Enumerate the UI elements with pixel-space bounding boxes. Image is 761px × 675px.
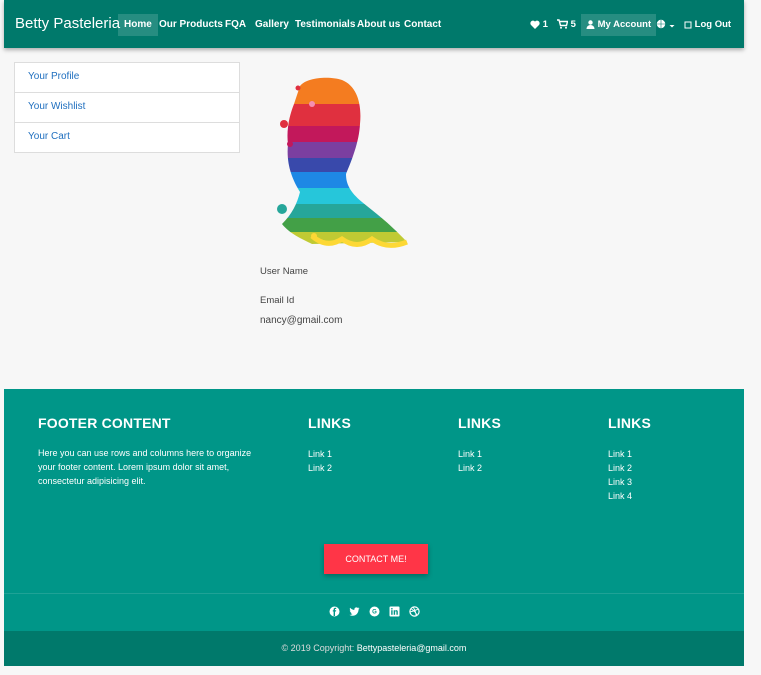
dribbble-icon[interactable] [409, 606, 420, 617]
user-icon [586, 20, 595, 29]
brand-logo[interactable]: Betty Pasteleria [15, 15, 120, 32]
copyright-text: © 2019 Copyright: [281, 643, 355, 653]
profile-sidebar: Your Profile Your Wishlist Your Cart [14, 62, 240, 153]
twitter-icon[interactable] [349, 606, 360, 617]
logout-label: Log Out [694, 19, 732, 30]
my-account-button[interactable]: My Account [581, 14, 657, 36]
copyright-bar: © 2019 Copyright: Bettypasteleria@gmail.… [4, 631, 744, 666]
nav-fqa[interactable]: FQA [219, 14, 252, 36]
facebook-icon[interactable] [329, 606, 340, 617]
footer-link[interactable]: Link 4 [608, 489, 632, 503]
svg-text:G: G [372, 610, 377, 616]
globe-icon [656, 19, 666, 29]
footer-links-column: Link 1 Link 2 [308, 447, 332, 475]
footer-link[interactable]: Link 2 [458, 461, 482, 475]
wishlist-count: 1 [542, 19, 548, 30]
footer-content-text: Here you can use rows and columns here t… [38, 448, 252, 486]
sidebar-item-profile[interactable]: Your Profile [15, 63, 239, 93]
footer-link[interactable]: Link 1 [308, 447, 332, 461]
logout-link[interactable]: Log Out [684, 14, 731, 36]
footer-links-column: Link 1 Link 2 Link 3 Link 4 [608, 447, 632, 503]
footer-link[interactable]: Link 1 [608, 447, 632, 461]
nav-home[interactable]: Home [118, 14, 158, 36]
navbar: Betty Pasteleria Home Our Products FQA G… [4, 0, 744, 48]
footer-link[interactable]: Link 1 [458, 447, 482, 461]
heart-icon [530, 20, 540, 29]
wishlist-link[interactable]: 1 [530, 14, 548, 36]
my-account-label: My Account [597, 19, 652, 30]
cart-link[interactable]: 5 [557, 14, 576, 36]
footer-links-title: LINKS [458, 415, 501, 431]
email-value: nancy@gmail.com [260, 315, 343, 326]
email-label: Email Id [260, 295, 295, 306]
footer-links-title: LINKS [308, 415, 351, 431]
footer-link[interactable]: Link 2 [608, 461, 632, 475]
linkedin-icon[interactable] [389, 606, 400, 617]
footer-links-column: Link 1 Link 2 [458, 447, 482, 475]
cart-count: 5 [570, 19, 576, 30]
language-dropdown[interactable] [656, 14, 675, 36]
sidebar-item-wishlist[interactable]: Your Wishlist [15, 93, 239, 123]
chevron-down-icon [669, 25, 675, 28]
logout-icon [684, 21, 692, 29]
username-label: User Name [260, 266, 309, 277]
footer-content-title: FOOTER CONTENT [38, 415, 171, 431]
nav-contact[interactable]: Contact [398, 14, 447, 36]
footer-link[interactable]: Link 3 [608, 475, 632, 489]
nav-products[interactable]: Our Products [153, 14, 229, 36]
cart-icon [557, 19, 569, 29]
footer-divider [4, 593, 744, 594]
copyright-email-link[interactable]: Bettypasteleria@gmail.com [357, 643, 467, 653]
page: Betty Pasteleria Home Our Products FQA G… [0, 0, 761, 675]
google-plus-icon[interactable]: G [369, 606, 380, 617]
footer: FOOTER CONTENT Here you can use rows and… [4, 389, 744, 666]
sidebar-item-cart[interactable]: Your Cart [15, 123, 239, 152]
profile-avatar-image [277, 77, 408, 248]
footer-links-title: LINKS [608, 415, 651, 431]
contact-me-button[interactable]: CONTACT ME! [324, 544, 428, 574]
footer-link[interactable]: Link 2 [308, 461, 332, 475]
